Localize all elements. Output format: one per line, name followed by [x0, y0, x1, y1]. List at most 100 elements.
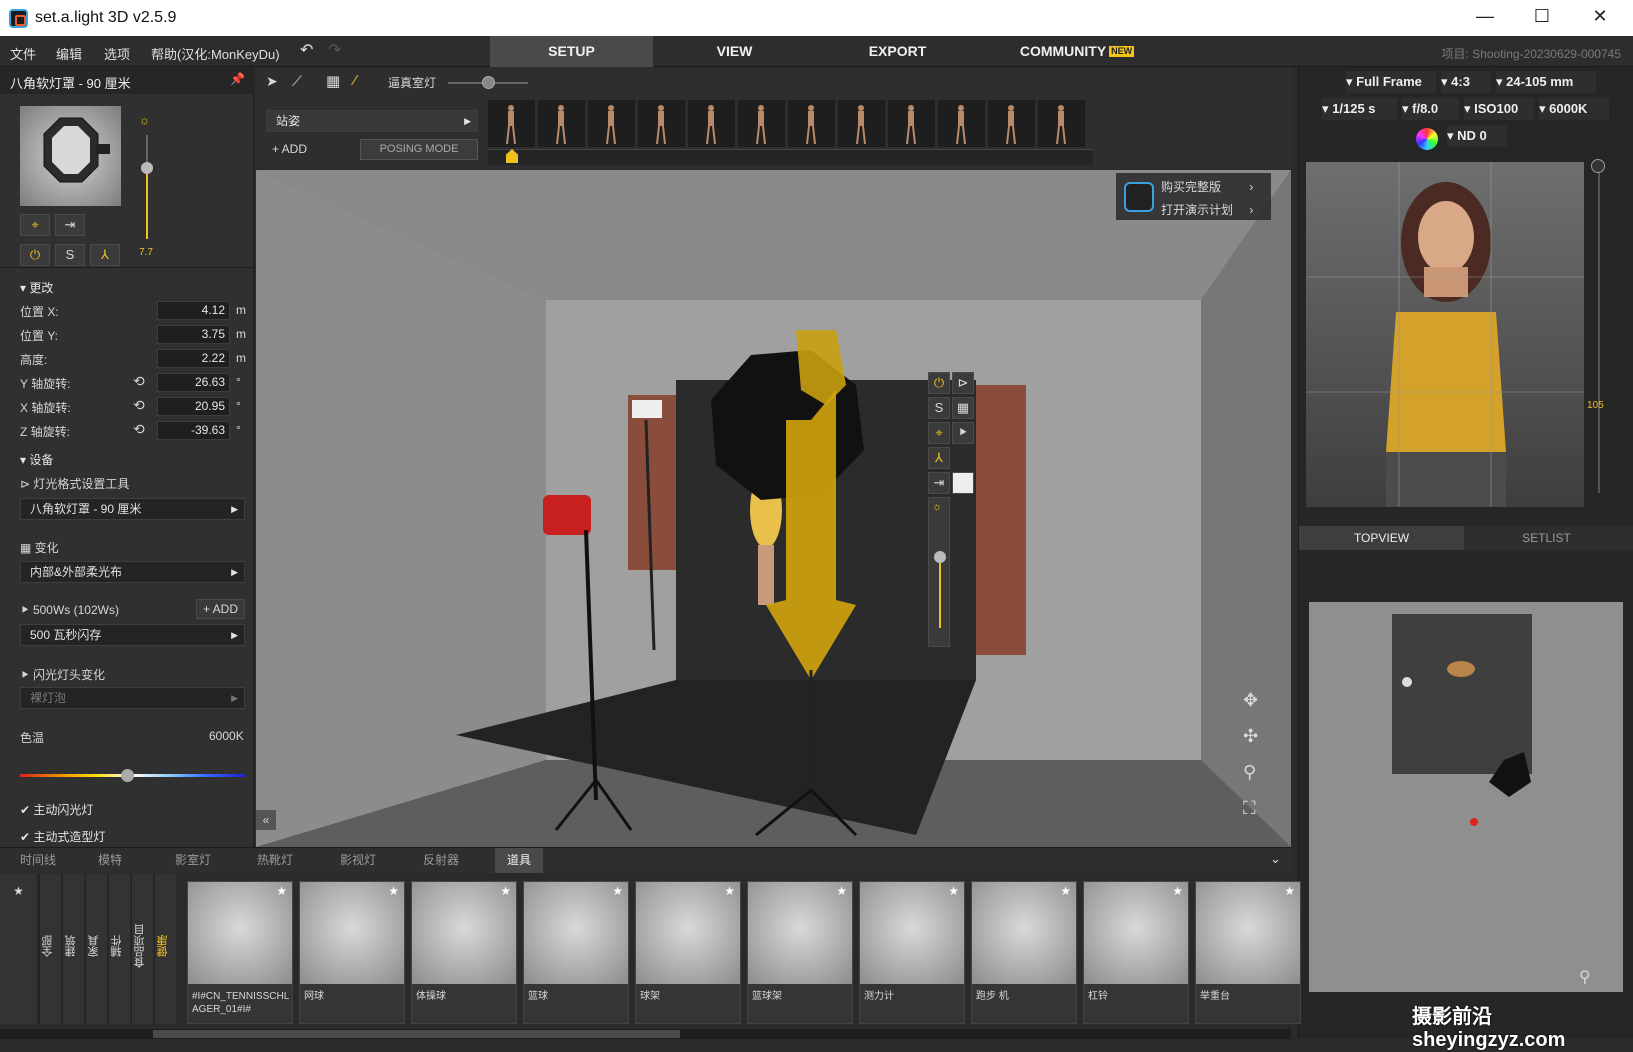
- add-flash-button[interactable]: + ADD: [196, 599, 245, 619]
- zoom-icon[interactable]: ⚲: [1243, 762, 1256, 783]
- flash-select[interactable]: 500 瓦秒闪存 ▶: [20, 624, 245, 646]
- color-temp-handle[interactable]: [121, 769, 134, 782]
- variation-select[interactable]: 内部&外部柔光布 ▶: [20, 561, 245, 583]
- posing-mode-button[interactable]: POSING MODE: [360, 139, 478, 160]
- pose-thumbnail[interactable]: [538, 100, 585, 147]
- prop-item[interactable]: ★ 杠铃: [1083, 881, 1189, 1024]
- aim-icon[interactable]: ⊳: [952, 372, 974, 394]
- buy-full-link[interactable]: 购买完整版 ›: [1161, 178, 1253, 195]
- pose-thumbnail[interactable]: [888, 100, 935, 147]
- favorite-star-icon[interactable]: ★: [836, 884, 847, 898]
- gel-icon[interactable]: [952, 472, 974, 494]
- field-value-input[interactable]: 20.95: [157, 397, 230, 416]
- field-value-input[interactable]: 3.75: [157, 325, 230, 344]
- tab-topview[interactable]: TOPVIEW: [1299, 526, 1464, 550]
- scrollbar-thumb[interactable]: [153, 1030, 680, 1038]
- zoom-handle[interactable]: [1591, 159, 1605, 173]
- target-icon[interactable]: ⌖: [928, 422, 950, 444]
- category-item[interactable]: 食品项目: [131, 874, 153, 1024]
- undo-icon[interactable]: ↶: [300, 40, 313, 60]
- light-power-slider[interactable]: ☼: [928, 497, 950, 647]
- slider-handle[interactable]: [934, 551, 946, 563]
- maximize-icon[interactable]: ☐: [1527, 6, 1557, 27]
- lens-select[interactable]: ▾ 24-105 mm: [1496, 71, 1596, 93]
- camera-preview[interactable]: [1306, 162, 1584, 507]
- prop-item[interactable]: ★ 球架: [635, 881, 741, 1024]
- target-icon[interactable]: ⌖: [20, 214, 50, 236]
- reset-rotation-icon[interactable]: ⟲: [133, 421, 145, 438]
- open-demo-link[interactable]: 打开演示计划 ›: [1161, 201, 1253, 218]
- tab-export[interactable]: EXPORT: [816, 36, 979, 67]
- shutter-select[interactable]: ▾ 1/125 s: [1322, 98, 1397, 120]
- wb-select[interactable]: ▾ 6000K: [1539, 98, 1609, 120]
- library-tab[interactable]: 影室灯: [155, 848, 231, 873]
- tab-setup[interactable]: SETUP: [490, 36, 653, 67]
- stand-icon[interactable]: ⅄: [90, 244, 120, 266]
- reset-rotation-icon[interactable]: ⟲: [133, 373, 145, 390]
- tab-setlist[interactable]: SETLIST: [1464, 526, 1629, 550]
- active-flash-checkbox[interactable]: ✔ 主动闪光灯: [20, 801, 93, 818]
- favorite-star-icon[interactable]: ★: [500, 884, 511, 898]
- favorite-star-icon[interactable]: ★: [1060, 884, 1071, 898]
- select-tool-icon[interactable]: ➤: [266, 73, 278, 90]
- move-to-model-icon[interactable]: ⇥: [928, 472, 950, 494]
- pose-scrubber[interactable]: [488, 149, 1093, 165]
- field-value-input[interactable]: -39.63: [157, 421, 230, 440]
- pose-thumbnail[interactable]: [588, 100, 635, 147]
- stand-icon[interactable]: ⅄: [928, 447, 950, 469]
- category-item[interactable]: 辅件: [108, 874, 130, 1024]
- pan-icon[interactable]: ✣: [1243, 726, 1258, 747]
- field-value-input[interactable]: 26.63: [157, 373, 230, 392]
- top-view-map[interactable]: [1309, 602, 1623, 992]
- solo-button[interactable]: S: [55, 244, 85, 266]
- menu-file[interactable]: 文件: [10, 44, 36, 63]
- favorite-star-icon[interactable]: ★: [612, 884, 623, 898]
- grid-icon[interactable]: ▦: [326, 72, 340, 90]
- favorite-star-icon[interactable]: ★: [1172, 884, 1183, 898]
- close-icon[interactable]: ✕: [1585, 6, 1615, 27]
- move-to-model-icon[interactable]: ⇥: [55, 214, 85, 236]
- iso-select[interactable]: ▾ ISO100: [1464, 98, 1534, 120]
- color-filter-icon[interactable]: [1416, 128, 1438, 150]
- prop-item[interactable]: ★ 网球: [299, 881, 405, 1024]
- pose-thumbnail[interactable]: [688, 100, 735, 147]
- category-item[interactable]: 全部: [39, 874, 61, 1024]
- tab-view[interactable]: VIEW: [653, 36, 816, 67]
- flash-head-icon[interactable]: ⯈: [952, 422, 974, 444]
- ratio-select[interactable]: ▾ 4:3: [1441, 71, 1491, 93]
- pose-thumbnail[interactable]: [938, 100, 985, 147]
- redo-icon[interactable]: ↷: [328, 40, 341, 60]
- pin-icon[interactable]: 📌: [230, 72, 245, 86]
- favorite-star-icon[interactable]: ★: [388, 884, 399, 898]
- aperture-select[interactable]: ▾ f/8.0: [1402, 98, 1459, 120]
- prop-item[interactable]: ★ 体操球: [411, 881, 517, 1024]
- menu-options[interactable]: 选项: [104, 44, 130, 63]
- library-tab[interactable]: 时间线: [0, 848, 76, 873]
- 3d-viewport[interactable]: 购买完整版 › 打开演示计划 › ⏻ ⊳ S ▦ ⌖ ⯈ ⅄ ⇥ ☼ ✥ ✣ ⚲…: [256, 170, 1291, 847]
- line-tool-icon[interactable]: ⁄: [354, 72, 357, 89]
- measure-tool-icon[interactable]: ⟋: [292, 73, 302, 90]
- pose-thumbnail[interactable]: [988, 100, 1035, 147]
- add-pose-button[interactable]: + ADD: [266, 139, 313, 159]
- grid-modifier-icon[interactable]: ▦: [952, 397, 974, 419]
- library-tab[interactable]: 反射器: [403, 848, 479, 873]
- power-slider-handle[interactable]: [141, 162, 153, 174]
- pose-thumbnail[interactable]: [788, 100, 835, 147]
- collapse-panel-icon[interactable]: ⌄: [1270, 851, 1281, 867]
- section-modify[interactable]: ▾ 更改: [20, 279, 53, 296]
- modifier-select[interactable]: 八角软灯罩 - 90 厘米 ▶: [20, 498, 245, 520]
- frame-select[interactable]: ▾ Full Frame: [1346, 71, 1436, 93]
- head-select[interactable]: 裸灯泡 ▶: [20, 687, 245, 709]
- library-tab[interactable]: 模特: [72, 848, 148, 873]
- category-item[interactable]: 健康: [154, 874, 176, 1024]
- field-value-input[interactable]: 2.22: [157, 349, 230, 368]
- collapse-left-icon[interactable]: «: [256, 810, 276, 830]
- reset-rotation-icon[interactable]: ⟲: [133, 397, 145, 414]
- top-view-zoom-icon[interactable]: ⚲: [1579, 967, 1591, 987]
- favorites-star-icon[interactable]: ★: [0, 874, 38, 1024]
- prop-item[interactable]: ★ 篮球架: [747, 881, 853, 1024]
- pose-thumbnail[interactable]: [738, 100, 785, 147]
- fit-view-icon[interactable]: ⛶: [1243, 798, 1256, 819]
- pose-thumbnail[interactable]: [838, 100, 885, 147]
- pose-select[interactable]: 站姿 ▶: [266, 110, 478, 132]
